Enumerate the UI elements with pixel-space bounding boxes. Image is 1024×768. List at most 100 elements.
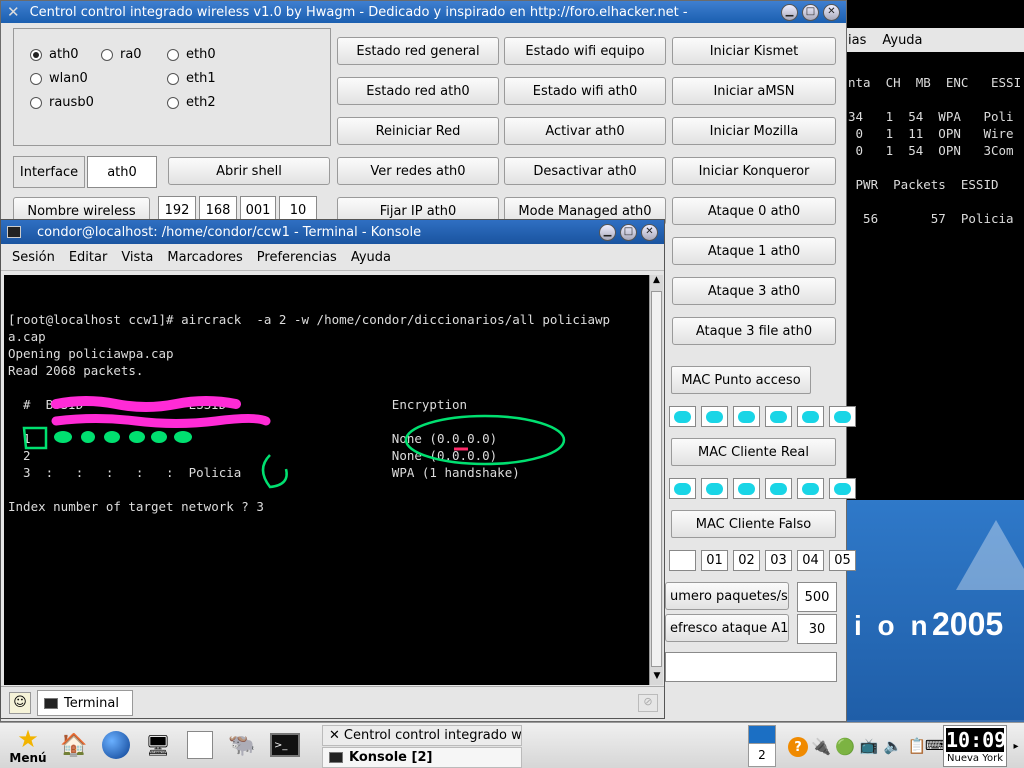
konsole-scrollbar[interactable]: ▲ ▼ [649, 275, 663, 685]
desktop-pager[interactable]: 2 [748, 725, 776, 767]
mac-byte-field[interactable] [765, 478, 792, 499]
konsole-titlebar[interactable]: condor@localhost: /home/condor/ccw1 - Te… [1, 220, 664, 244]
radio-rausb0[interactable]: rausb0 [30, 95, 94, 110]
text-editor-icon[interactable] [184, 729, 216, 761]
radio-dot[interactable] [167, 72, 179, 85]
mac-byte-field[interactable] [733, 406, 760, 427]
taskbar-task-main[interactable]: ✕ Centrol control integrado w [322, 725, 522, 746]
mac-byte-field[interactable] [701, 406, 728, 427]
bg-menu-item[interactable]: Ayuda [882, 33, 922, 48]
radio-dot[interactable] [101, 48, 113, 61]
close-icon[interactable]: ✕ [641, 223, 658, 241]
refresco-ataque-input[interactable]: 30 [797, 614, 837, 644]
mac-byte-field[interactable]: 01 [701, 550, 728, 571]
radio-eth1[interactable]: eth1 [167, 71, 216, 86]
mac-byte-field[interactable]: 02 [733, 550, 760, 571]
buttons_col3-button-3[interactable]: Iniciar Konqueror [672, 157, 836, 185]
radio-dot[interactable] [30, 48, 42, 61]
radio-ath0[interactable]: ath0 [30, 47, 79, 62]
control-center-icon[interactable]: 🖥 [142, 729, 174, 761]
close-icon[interactable]: ✕ [823, 3, 840, 21]
konsole-menu-item[interactable]: Sesión [12, 250, 55, 265]
status-input[interactable] [665, 652, 837, 682]
konsole-menu-item[interactable]: Marcadores [167, 250, 242, 265]
radio-dot[interactable] [167, 48, 179, 61]
mac-byte-field[interactable] [797, 406, 824, 427]
mac-byte-field[interactable] [765, 406, 792, 427]
radio-eth2[interactable]: eth2 [167, 95, 216, 110]
gnu-icon[interactable]: 🐃 [226, 729, 258, 761]
abrir-shell-button[interactable]: Abrir shell [168, 157, 330, 185]
buttons_col2-button-3[interactable]: Desactivar ath0 [504, 157, 666, 185]
konsole-launcher-icon[interactable]: >_ [268, 729, 302, 761]
radio-dot[interactable] [30, 72, 42, 85]
buttons_col3-button-7[interactable]: Ataque 3 file ath0 [672, 317, 836, 345]
buttons_col3-button-6[interactable]: Ataque 3 ath0 [672, 277, 836, 305]
buttons_col3-button-1[interactable]: Iniciar aMSN [672, 77, 836, 105]
close-session-icon[interactable]: ⊘ [638, 694, 658, 712]
pager-desktop-2[interactable]: 2 [749, 744, 775, 766]
radio-dot[interactable] [167, 96, 179, 109]
numero-paquetes-input[interactable]: 500 [797, 582, 837, 612]
buttons_col3-button-2[interactable]: Iniciar Mozilla [672, 117, 836, 145]
radio-ra0[interactable]: ra0 [101, 47, 142, 62]
numero-paquetes-button[interactable]: umero paquetes/s [665, 582, 789, 610]
konsole-menu-item[interactable]: Ayuda [351, 250, 391, 265]
konsole-window[interactable]: condor@localhost: /home/condor/ccw1 - Te… [0, 219, 665, 719]
mac-byte-field[interactable] [669, 406, 696, 427]
radio-dot[interactable] [30, 96, 42, 109]
volume-icon[interactable]: 🔈 [882, 735, 904, 757]
maximize-icon[interactable]: □ [620, 223, 637, 241]
mac-byte-field[interactable] [701, 478, 728, 499]
network-plug-icon[interactable]: 🔌 [810, 735, 832, 757]
mac-cliente-falso-button[interactable]: MAC Cliente Falso [671, 510, 836, 538]
mac-byte-field[interactable] [669, 550, 696, 571]
browser-globe-icon[interactable] [100, 729, 132, 761]
buttons_col3-button-4[interactable]: Ataque 0 ath0 [672, 197, 836, 225]
minimize-icon[interactable]: ▁ [599, 223, 616, 241]
help-icon[interactable]: ? [788, 737, 808, 757]
scroll-thumb[interactable] [651, 291, 662, 667]
keyboard-icon[interactable]: ⌨ [925, 735, 945, 757]
interface-input[interactable]: ath0 [87, 156, 157, 188]
buttons_col1-button-0[interactable]: Estado red general [337, 37, 499, 65]
minimize-icon[interactable]: ▁ [781, 3, 798, 21]
mac-byte-field[interactable] [797, 478, 824, 499]
mac-byte-field[interactable] [829, 478, 856, 499]
mac-byte-field[interactable]: 05 [829, 550, 856, 571]
konsole-menu-item[interactable]: Editar [69, 250, 108, 265]
konsole-menu-item[interactable]: Preferencias [257, 250, 337, 265]
pager-desktop-1[interactable] [749, 726, 775, 744]
mac-byte-field[interactable]: 03 [765, 550, 792, 571]
new-session-icon[interactable]: ☺ [9, 692, 31, 714]
buttons_col1-button-3[interactable]: Ver redes ath0 [337, 157, 499, 185]
home-icon[interactable]: 🏠 [58, 729, 90, 761]
kde-menu-button[interactable]: ★ Menú [4, 725, 52, 767]
main-window-titlebar[interactable]: ✕ Centrol control integrado wireless v1.… [1, 1, 846, 23]
panel-handle-icon[interactable]: ▸ [1010, 733, 1022, 759]
buttons_col1-button-1[interactable]: Estado red ath0 [337, 77, 499, 105]
buttons_col3-button-0[interactable]: Iniciar Kismet [672, 37, 836, 65]
taskbar-task-konsole[interactable]: Konsole [2] [322, 747, 522, 768]
maximize-icon[interactable]: □ [802, 3, 819, 21]
buttons_col3-button-5[interactable]: Ataque 1 ath0 [672, 237, 836, 265]
refresco-ataque-button[interactable]: efresco ataque A1 [665, 614, 789, 642]
mac-punto-acceso-button[interactable]: MAC Punto acceso [671, 366, 811, 394]
mac-cliente-real-button[interactable]: MAC Cliente Real [671, 438, 836, 466]
mac-byte-field[interactable]: 04 [797, 550, 824, 571]
scroll-up-arrow[interactable]: ▲ [650, 275, 663, 289]
scroll-down-arrow[interactable]: ▼ [650, 671, 664, 685]
buttons_col2-button-1[interactable]: Estado wifi ath0 [504, 77, 666, 105]
buttons_col2-button-0[interactable]: Estado wifi equipo [504, 37, 666, 65]
display-icon[interactable]: 📺 [858, 735, 880, 757]
radio-wlan0[interactable]: wlan0 [30, 71, 88, 86]
mac-byte-field[interactable] [733, 478, 760, 499]
konsole-menu-item[interactable]: Vista [121, 250, 153, 265]
radio-eth0[interactable]: eth0 [167, 47, 216, 62]
molecule-icon[interactable]: 🟢 [834, 735, 856, 757]
buttons_col1-button-2[interactable]: Reiniciar Red [337, 117, 499, 145]
mac-byte-field[interactable] [829, 406, 856, 427]
buttons_col2-button-2[interactable]: Activar ath0 [504, 117, 666, 145]
bg-menu-item[interactable]: ias [848, 33, 866, 48]
clock[interactable]: 10:09 Nueva York [943, 725, 1007, 767]
